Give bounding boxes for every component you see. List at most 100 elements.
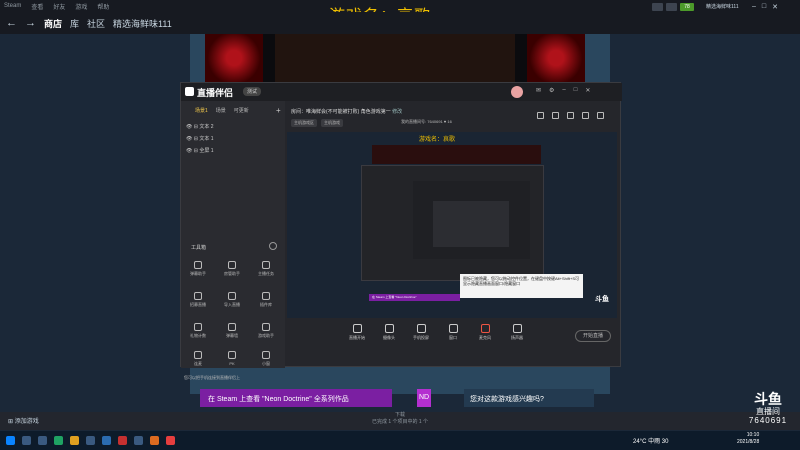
tab-scene-2[interactable]: 场景 (216, 107, 226, 114)
tool-pk[interactable]: PK (219, 351, 245, 366)
tool-plugins[interactable]: 插件库 (253, 292, 279, 308)
clock-date: 2021/8/28 (737, 439, 760, 445)
tool-game[interactable]: 游戏助手 (253, 323, 279, 339)
monitor-icon (352, 324, 362, 333)
menu-steam[interactable]: Steam (4, 3, 21, 9)
pk-icon (228, 351, 236, 359)
douyu-sub: 直播间 (756, 407, 780, 416)
tool-speaker[interactable]: 扬声器 (505, 324, 529, 348)
tool-mini[interactable]: 小窗 (253, 351, 279, 367)
tool-gift[interactable]: 礼物计数 (185, 323, 211, 339)
phone-tip[interactable]: 您可以把手机连接到直播伴侣上 (184, 375, 240, 381)
menu-games[interactable]: 游戏 (75, 2, 87, 11)
tab-scene-3[interactable]: 可更新 (234, 107, 249, 114)
edge-icon[interactable] (54, 436, 63, 445)
close-icon[interactable]: ✕ (585, 87, 590, 94)
franchise-banner[interactable]: 在 Steam 上查看 "Neon Doctrine" 全系列作品 (200, 389, 392, 407)
upload-icon[interactable] (567, 112, 574, 119)
add-game-button[interactable]: ⊞ 添加游戏 (8, 416, 39, 425)
franchise-logo: ND (417, 389, 431, 407)
steam-username[interactable]: 精选海鲜味111 (706, 3, 739, 10)
tool-danmu[interactable]: 弹幕助手 (185, 261, 211, 277)
explorer-icon[interactable] (70, 436, 79, 445)
downloads-status[interactable]: 下载 已完成 1 个项目中的 1 个 (370, 412, 430, 426)
start-icon[interactable] (6, 436, 15, 445)
room-number: 我的直播间号: 7640691 ♥ 16 (401, 119, 452, 124)
tool-mic[interactable]: 麦克风 (473, 324, 497, 348)
store-icon[interactable] (86, 436, 95, 445)
gift-icon (194, 323, 202, 331)
add-scene-icon[interactable]: + (276, 106, 281, 115)
broadcast-icon[interactable] (652, 3, 663, 11)
close-icon[interactable]: ✕ (772, 3, 778, 11)
steam-nav-bar: ← → 商店 库 社区 精选海鲜味111 (0, 12, 800, 34)
add-game-label: 添加游戏 (14, 419, 39, 425)
danmu-icon (194, 261, 202, 269)
tool-task[interactable]: 主播任务 (253, 261, 279, 277)
downloads-sub: 已完成 1 个项目中的 1 个 (371, 419, 429, 425)
steam-icon[interactable] (134, 436, 143, 445)
room-actions (537, 112, 604, 119)
menu-view[interactable]: 查看 (31, 2, 43, 11)
notification-icon[interactable] (666, 3, 677, 11)
lock-icon[interactable] (552, 112, 559, 119)
source-item[interactable]: 👁 ⊟ 文本 2 (186, 123, 214, 130)
start-stream-button[interactable]: 开始直播 (575, 330, 611, 342)
game-icon (262, 323, 270, 331)
weather-widget[interactable]: 24°C 中雨 30 (633, 436, 668, 445)
menu-help[interactable]: 帮助 (97, 2, 109, 11)
tool-phone[interactable]: 手机投屏 (409, 324, 433, 348)
speaker-icon (512, 324, 522, 333)
recursive-preview (433, 201, 509, 247)
streaming-app-window: 直播伴侣 测试 ✉ ⚙ – □ ✕ 场景1 场景 可更新 + 👁 ⊟ 文本 2 … (180, 82, 622, 380)
app-name: 直播伴侣 (197, 88, 234, 98)
share-icon[interactable] (597, 112, 604, 119)
nav-user[interactable]: 精选海鲜味111 (113, 17, 172, 30)
app-icon[interactable] (102, 436, 111, 445)
minimize-icon[interactable]: – (562, 87, 565, 94)
menu-friends[interactable]: 好友 (53, 2, 65, 11)
tool-label: 直播开始 (349, 335, 365, 340)
clock[interactable]: 10:10 2021/8/28 (737, 432, 759, 446)
link-icon (194, 351, 202, 359)
minimize-icon[interactable]: – (752, 3, 756, 11)
taskview-icon[interactable] (38, 436, 47, 445)
nav-community[interactable]: 社区 (87, 17, 105, 30)
maximize-icon[interactable]: □ (762, 3, 766, 11)
settings-icon[interactable]: ⚙ (549, 87, 554, 94)
nav-store[interactable]: 商店 (44, 17, 62, 30)
tool-recruit[interactable]: 招募直播 (185, 292, 211, 308)
tool-screen[interactable]: 直播开始 (345, 324, 369, 348)
source-label: 全屏 1 (199, 148, 214, 154)
tool-window[interactable]: 窗口 (441, 324, 465, 348)
zbw-taskbar-icon[interactable] (166, 436, 175, 445)
avatar[interactable] (511, 86, 523, 98)
app-logo-icon (185, 87, 194, 96)
search-icon[interactable] (22, 436, 31, 445)
source-item[interactable]: 👁 ⊟ 文本 1 (186, 135, 214, 142)
hint-tooltip: 图标已被隐藏，您可以拖动控件位置，在键盘中按键Alt+Shift+S可显示隐藏直… (460, 274, 583, 298)
toolbox-more-icon[interactable] (269, 242, 277, 250)
tool-wall[interactable]: 弹幕墙 (219, 323, 245, 339)
tool-camera[interactable]: 摄像头 (377, 324, 401, 348)
gift-icon[interactable] (537, 112, 544, 119)
category-chip[interactable]: 主机游戏区 (291, 119, 317, 127)
category-chip[interactable]: 主机游戏 (321, 119, 343, 127)
nav-library[interactable]: 库 (70, 17, 79, 30)
category-chips: 主机游戏区 主机游戏 (291, 119, 343, 127)
tool-mic-link[interactable]: 连麦 (185, 351, 211, 367)
source-item[interactable]: 👁 ⊟ 全屏 1 (186, 147, 214, 154)
app-icon[interactable] (118, 436, 127, 445)
tool-admin[interactable]: 房管助手 (219, 261, 245, 277)
tool-label: 弹幕助手 (190, 271, 206, 276)
back-arrow-icon[interactable]: ← (6, 17, 17, 29)
record-icon[interactable] (582, 112, 589, 119)
message-icon[interactable]: ✉ (536, 87, 541, 94)
tool-import[interactable]: 导入直播 (219, 292, 245, 308)
maximize-icon[interactable]: □ (574, 87, 578, 94)
wall-icon (228, 323, 236, 331)
edit-title-button[interactable]: 修改 (392, 109, 402, 115)
forward-arrow-icon[interactable]: → (25, 17, 36, 29)
tab-scene-1[interactable]: 场景1 (195, 107, 208, 114)
app-icon[interactable] (150, 436, 159, 445)
